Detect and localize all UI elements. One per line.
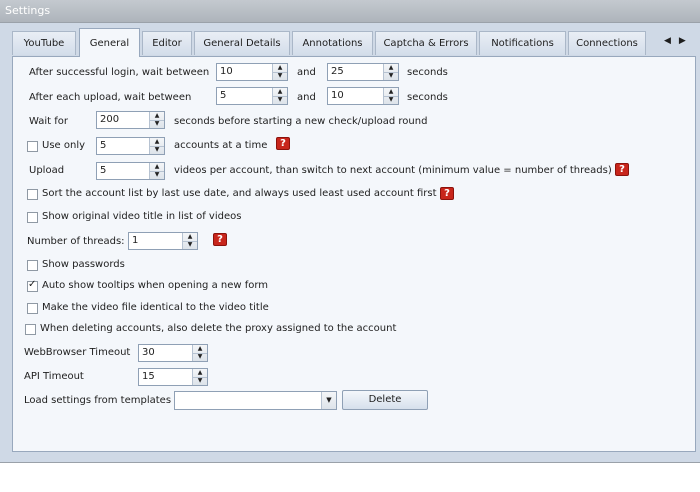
spin-down-icon[interactable]: ▼ bbox=[384, 96, 398, 104]
show-original-title-checkbox[interactable] bbox=[27, 212, 38, 223]
use-only-label: Use only bbox=[42, 140, 86, 151]
api-timeout-stepper[interactable]: 15 ▲ ▼ bbox=[138, 368, 208, 386]
login-wait-and-label: and bbox=[297, 67, 316, 78]
login-wait-min-value: 10 bbox=[220, 66, 233, 77]
show-passwords-label: Show passwords bbox=[42, 259, 125, 270]
spin-down-icon[interactable]: ▼ bbox=[273, 72, 287, 80]
webbrowser-timeout-value: 30 bbox=[142, 347, 155, 358]
tab-connections[interactable]: Connections bbox=[568, 31, 646, 55]
show-original-title-label: Show original video title in list of vid… bbox=[42, 211, 242, 222]
show-passwords-checkbox[interactable] bbox=[27, 260, 38, 271]
upload-wait-max-value: 10 bbox=[331, 90, 344, 101]
delete-template-button[interactable]: Delete bbox=[342, 390, 428, 410]
spin-down-icon[interactable]: ▼ bbox=[193, 353, 207, 361]
sort-accounts-label: Sort the account list by last use date, … bbox=[42, 188, 437, 199]
webbrowser-timeout-stepper[interactable]: 30 ▲ ▼ bbox=[138, 344, 208, 362]
wait-for-suffix: seconds before starting a new check/uplo… bbox=[174, 116, 428, 127]
spin-down-icon[interactable]: ▼ bbox=[273, 96, 287, 104]
tab-scroll-controls: ◀ ▶ bbox=[664, 36, 694, 46]
templates-select[interactable]: ▼ bbox=[174, 391, 337, 410]
use-only-suffix: accounts at a time bbox=[174, 140, 268, 151]
delete-proxy-label: When deleting accounts, also delete the … bbox=[40, 323, 397, 334]
spin-down-icon[interactable]: ▼ bbox=[150, 171, 164, 179]
help-icon[interactable]: ? bbox=[440, 187, 454, 200]
upload-wait-unit-label: seconds bbox=[407, 92, 448, 103]
use-only-value: 5 bbox=[100, 140, 107, 151]
upload-count-stepper[interactable]: 5 ▲ ▼ bbox=[96, 162, 165, 180]
tab-scroll-right-icon[interactable]: ▶ bbox=[679, 36, 686, 46]
tab-youtube[interactable]: YouTube bbox=[12, 31, 76, 55]
upload-wait-min-stepper[interactable]: 5 ▲ ▼ bbox=[216, 87, 288, 105]
wait-for-value: 200 bbox=[100, 114, 120, 125]
upload-wait-and-label: and bbox=[297, 92, 316, 103]
use-only-stepper[interactable]: 5 ▲ ▼ bbox=[96, 137, 165, 155]
settings-window: Settings YouTube General Editor General … bbox=[0, 0, 700, 462]
help-icon[interactable]: ? bbox=[213, 233, 227, 246]
upload-wait-label: After each upload, wait between bbox=[29, 92, 192, 103]
tab-scroll-left-icon[interactable]: ◀ bbox=[664, 36, 671, 46]
checkmark-icon: ✓ bbox=[28, 279, 37, 290]
spin-down-icon[interactable]: ▼ bbox=[384, 72, 398, 80]
login-wait-label: After successful login, wait between bbox=[29, 67, 210, 78]
api-timeout-label: API Timeout bbox=[24, 371, 84, 382]
upload-suffix: videos per account, than switch to next … bbox=[174, 165, 612, 176]
upload-count-value: 5 bbox=[100, 165, 107, 176]
threads-label: Number of threads: bbox=[27, 236, 125, 247]
wait-for-label: Wait for bbox=[29, 116, 69, 127]
wait-for-stepper[interactable]: 200 ▲ ▼ bbox=[96, 111, 165, 129]
upload-wait-max-stepper[interactable]: 10 ▲ ▼ bbox=[327, 87, 399, 105]
login-wait-max-stepper[interactable]: 25 ▲ ▼ bbox=[327, 63, 399, 81]
tab-notifications[interactable]: Notifications bbox=[479, 31, 566, 55]
window-title: Settings bbox=[5, 4, 51, 17]
tab-strip: YouTube General Editor General Details A… bbox=[12, 28, 694, 57]
help-icon[interactable]: ? bbox=[276, 137, 290, 150]
threads-stepper[interactable]: 1 ▲ ▼ bbox=[128, 232, 198, 250]
tab-editor[interactable]: Editor bbox=[142, 31, 192, 55]
tab-captcha-errors[interactable]: Captcha & Errors bbox=[375, 31, 477, 55]
login-wait-unit-label: seconds bbox=[407, 67, 448, 78]
auto-tooltips-checkbox[interactable]: ✓ bbox=[27, 279, 38, 292]
help-icon[interactable]: ? bbox=[615, 163, 629, 176]
login-wait-min-stepper[interactable]: 10 ▲ ▼ bbox=[216, 63, 288, 81]
api-timeout-value: 15 bbox=[142, 371, 155, 382]
tab-annotations[interactable]: Annotations bbox=[292, 31, 373, 55]
spin-down-icon[interactable]: ▼ bbox=[193, 377, 207, 385]
tab-general[interactable]: General bbox=[79, 28, 140, 57]
title-bar[interactable]: Settings bbox=[0, 0, 700, 23]
upload-wait-min-value: 5 bbox=[220, 90, 227, 101]
identical-file-checkbox[interactable] bbox=[27, 303, 38, 314]
use-only-checkbox[interactable] bbox=[27, 141, 38, 152]
spin-down-icon[interactable]: ▼ bbox=[150, 120, 164, 128]
general-settings-panel: After successful login, wait between 10 … bbox=[12, 56, 696, 452]
templates-label: Load settings from templates bbox=[24, 395, 172, 406]
sort-accounts-checkbox[interactable] bbox=[27, 189, 38, 200]
login-wait-max-value: 25 bbox=[331, 66, 344, 77]
dropdown-arrow-icon[interactable]: ▼ bbox=[321, 392, 336, 409]
tab-general-details[interactable]: General Details bbox=[194, 31, 290, 55]
webbrowser-timeout-label: WebBrowser Timeout bbox=[24, 347, 131, 358]
identical-file-label: Make the video file identical to the vid… bbox=[42, 302, 269, 313]
spin-down-icon[interactable]: ▼ bbox=[150, 146, 164, 154]
threads-value: 1 bbox=[132, 235, 139, 246]
delete-proxy-checkbox[interactable] bbox=[25, 324, 36, 335]
auto-tooltips-label: Auto show tooltips when opening a new fo… bbox=[42, 280, 269, 291]
upload-label: Upload bbox=[29, 165, 65, 176]
window-bottom-border bbox=[0, 462, 700, 463]
spin-down-icon[interactable]: ▼ bbox=[183, 241, 197, 249]
